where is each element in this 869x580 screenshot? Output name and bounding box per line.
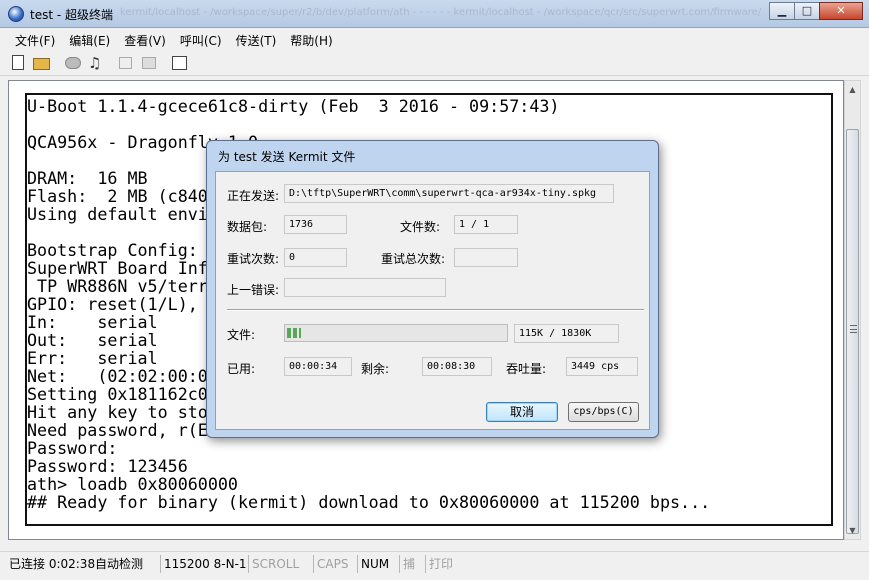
toolbar: ♫ — [0, 51, 869, 76]
close-button[interactable]: ✕ — [819, 2, 863, 20]
status-scroll: SCROLL — [248, 555, 302, 573]
dialog-body: 正在发送: D:\tftp\SuperWRT\comm\superwrt-qca… — [215, 171, 650, 430]
menu-help[interactable]: 帮助(H) — [283, 29, 339, 50]
menu-file[interactable]: 文件(F) — [8, 29, 62, 50]
scroll-up-arrow-icon[interactable]: ▲ — [845, 81, 860, 98]
scroll-thumb[interactable] — [846, 129, 859, 534]
vertical-scrollbar[interactable]: ▲ ▼ — [844, 80, 861, 540]
remaining-label: 剩余: — [361, 362, 390, 376]
files-field: 1 / 1 — [454, 215, 518, 234]
maximize-button[interactable]: □ — [794, 2, 820, 20]
retries-field: 0 — [284, 248, 347, 267]
total-retries-label: 重试总次数: — [381, 252, 446, 266]
packets-label: 数据包: — [227, 220, 268, 234]
throughput-field: 3449 cps — [566, 357, 638, 376]
last-error-field — [284, 278, 446, 297]
menu-view[interactable]: 查看(V) — [117, 29, 173, 50]
open-folder-icon[interactable] — [33, 58, 50, 70]
status-num: NUM — [357, 555, 392, 573]
window-title-bar[interactable]: test - 超级终端 kermit/localhost - /workspac… — [0, 0, 869, 28]
dialog-separator — [227, 309, 644, 311]
new-document-icon[interactable] — [12, 55, 24, 70]
window-title: test - 超级终端 — [30, 8, 114, 22]
status-bar: 已连接 0:02:38 自动检测 115200 8-N-1 SCROLL CAP… — [0, 551, 869, 580]
file-progress-bar — [284, 324, 508, 342]
packets-field: 1736 — [284, 215, 347, 234]
scroll-grip-icon — [850, 325, 857, 333]
throughput-label: 吞吐量: — [506, 362, 547, 376]
sending-path-field: D:\tftp\SuperWRT\comm\superwrt-qca-ar934… — [284, 184, 614, 203]
receive-file-icon[interactable] — [142, 57, 156, 69]
terminal-line: ## Ready for binary (kermit) download to… — [27, 492, 711, 512]
file-progress-fill — [287, 328, 301, 338]
terminal-line: ath> loadb 0x80060000 — [27, 474, 238, 494]
terminal-line: Password: 123456 — [27, 456, 188, 476]
hyperterminal-app-icon[interactable] — [8, 6, 24, 22]
menu-transfer[interactable]: 传送(T) — [229, 29, 284, 50]
properties-icon[interactable]: ♫ — [88, 55, 104, 71]
disconnect-phone-icon[interactable] — [65, 57, 81, 69]
dialog-title: 为 test 发送 Kermit 文件 — [218, 150, 356, 164]
settings-icon[interactable] — [172, 56, 187, 70]
total-retries-field — [454, 248, 518, 267]
terminal-line: U-Boot 1.1.4-gcece61c8-dirty (Feb 3 2016… — [27, 96, 560, 116]
status-port-settings: 115200 8-N-1 — [160, 555, 250, 573]
status-print: 打印 — [425, 555, 456, 573]
retries-label: 重试次数: — [227, 252, 280, 266]
status-capture: 捕 — [399, 555, 418, 573]
file-label: 文件: — [227, 328, 256, 342]
cancel-button[interactable]: 取消 — [486, 402, 558, 422]
elapsed-label: 已用: — [227, 362, 256, 376]
menu-bar: 文件(F) 编辑(E) 查看(V) 呼叫(C) 传送(T) 帮助(H) — [0, 29, 869, 50]
sending-label: 正在发送: — [227, 189, 280, 203]
send-file-icon[interactable] — [119, 57, 132, 69]
cps-bps-button[interactable]: cps/bps(C) — [568, 402, 639, 422]
menu-call[interactable]: 呼叫(C) — [173, 29, 229, 50]
elapsed-field: 00:00:34 — [284, 357, 352, 376]
remaining-field: 00:08:30 — [422, 357, 492, 376]
status-caps: CAPS — [313, 555, 351, 573]
window-controls: ▁ □ ✕ — [769, 2, 863, 20]
terminal-line: Password: — [27, 438, 118, 458]
blurred-window-caption: kermit/localhost - /workspace/super/r2/b… — [120, 7, 762, 18]
files-label: 文件数: — [400, 220, 441, 234]
menu-edit[interactable]: 编辑(E) — [62, 29, 117, 50]
scroll-down-arrow-icon[interactable]: ▼ — [845, 522, 860, 539]
last-error-label: 上一错误: — [227, 283, 280, 297]
file-size-field: 115K / 1830K — [514, 324, 619, 343]
minimize-button[interactable]: ▁ — [769, 2, 795, 20]
status-auto-detect: 自动检测 — [95, 557, 144, 571]
status-connected-time: 已连接 0:02:38 — [9, 557, 96, 571]
kermit-send-dialog: 为 test 发送 Kermit 文件 正在发送: D:\tftp\SuperW… — [206, 140, 659, 438]
